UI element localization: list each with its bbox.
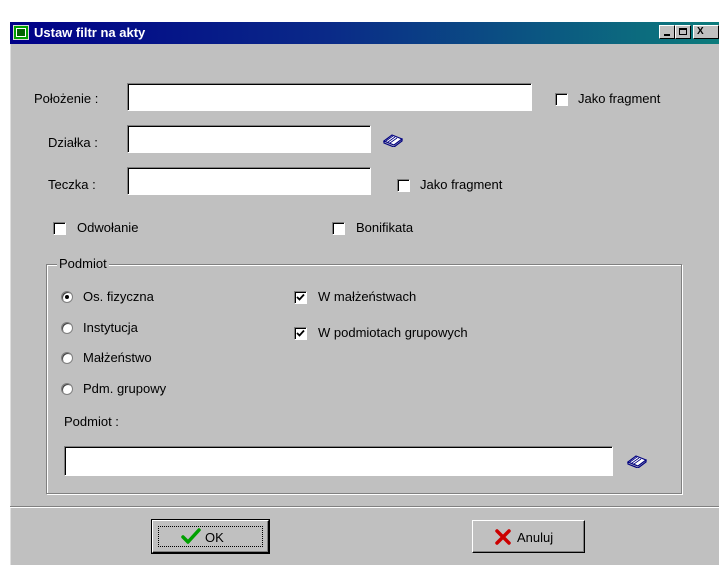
green-check-icon	[181, 528, 201, 544]
podmiot-input[interactable]	[64, 446, 613, 476]
teczka-label: Teczka :	[48, 177, 96, 192]
polozenie-input[interactable]	[127, 83, 532, 111]
radio-instytucja[interactable]	[61, 322, 73, 334]
w-podmiotach-grupowych-checkbox[interactable]	[294, 327, 307, 340]
w-malzenstwach-checkbox[interactable]	[294, 291, 307, 304]
minimize-icon	[664, 34, 670, 36]
close-button[interactable]: X	[693, 25, 719, 39]
radio-os-fizyczna[interactable]	[61, 291, 73, 303]
cancel-button[interactable]: Anuluj	[472, 520, 585, 553]
radio-pdm-grupowy-label: Pdm. grupowy	[83, 381, 167, 396]
teczka-input[interactable]	[127, 167, 371, 195]
red-x-icon	[495, 529, 511, 545]
app-icon[interactable]	[13, 25, 29, 40]
minimize-button[interactable]	[659, 25, 675, 39]
ok-button-label: OK	[205, 530, 224, 545]
button-area-separator	[10, 506, 719, 508]
maximize-button[interactable]	[675, 25, 691, 39]
radio-instytucja-label: Instytucja	[83, 320, 138, 335]
close-icon: X	[697, 26, 704, 37]
polozenie-fragment-checkbox[interactable]	[555, 93, 568, 106]
radio-malzenstwo[interactable]	[61, 352, 73, 364]
window-title: Ustaw filtr na akty	[34, 25, 146, 40]
title-bar[interactable]: Ustaw filtr na akty X	[10, 22, 719, 44]
teczka-fragment-checkbox[interactable]	[397, 179, 410, 192]
maximize-icon	[679, 28, 687, 35]
podmiot-field-label: Podmiot :	[64, 414, 119, 429]
checkmark-icon	[296, 329, 305, 337]
radio-malzenstwo-label: Małżeństwo	[83, 350, 152, 365]
radio-pdm-grupowy[interactable]	[61, 383, 73, 395]
polozenie-fragment-label: Jako fragment	[578, 91, 661, 106]
radio-selected-dot	[65, 295, 69, 299]
dzialka-input[interactable]	[127, 125, 371, 153]
odwolanie-label: Odwołanie	[77, 220, 139, 235]
podmiot-group-title: Podmiot	[57, 256, 109, 271]
dzialka-lookup-book-icon[interactable]	[383, 133, 403, 147]
odwolanie-checkbox[interactable]	[53, 222, 66, 235]
w-malzenstwach-label: W małżeństwach	[318, 289, 417, 304]
ok-button[interactable]: OK	[151, 519, 270, 554]
checkmark-icon	[296, 293, 305, 301]
w-podmiotach-grupowych-label: W podmiotach grupowych	[318, 325, 468, 340]
podmiot-lookup-book-icon[interactable]	[627, 454, 647, 468]
dzialka-label: Działka :	[48, 135, 98, 150]
radio-os-fizyczna-label: Os. fizyczna	[83, 289, 154, 304]
teczka-fragment-label: Jako fragment	[420, 177, 503, 192]
cancel-button-label: Anuluj	[517, 530, 554, 545]
bonifikata-label: Bonifikata	[356, 220, 414, 235]
bonifikata-checkbox[interactable]	[332, 222, 345, 235]
polozenie-label: Położenie :	[34, 91, 99, 106]
